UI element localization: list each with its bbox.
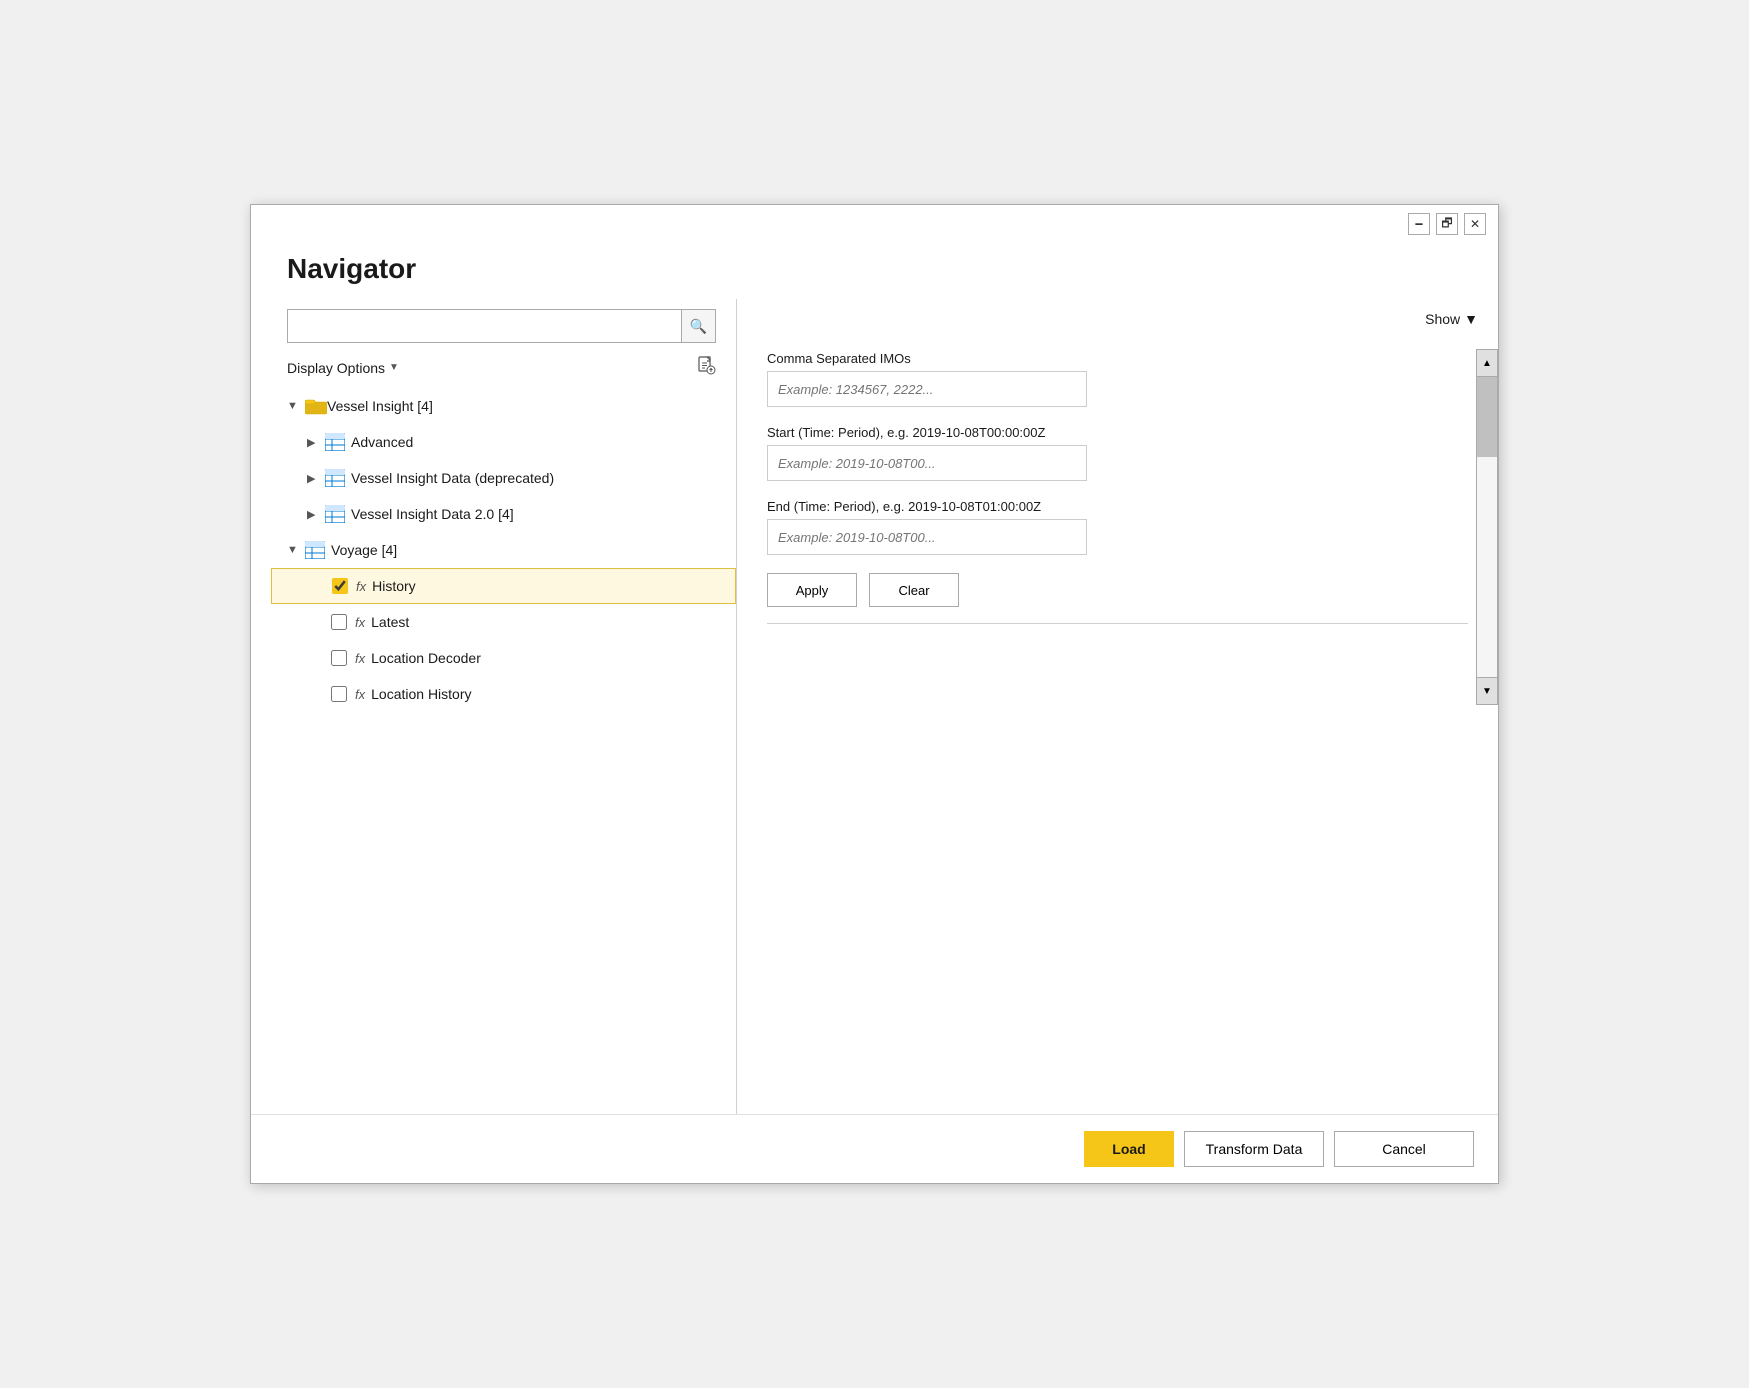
search-input[interactable]	[287, 309, 682, 343]
fx-icon: fx	[356, 579, 366, 594]
restore-button[interactable]: 🗗	[1436, 213, 1458, 235]
fx-icon: fx	[355, 615, 365, 630]
latest-checkbox[interactable]	[331, 614, 347, 630]
table-icon	[305, 541, 325, 559]
tree-item-vessel-insight-2-label: Vessel Insight Data 2.0 [4]	[351, 506, 514, 522]
scroll-track	[1476, 377, 1498, 677]
export-icon	[696, 359, 716, 379]
right-panel-content: Comma Separated IMOs Start (Time: Period…	[737, 335, 1498, 1114]
tree-item-location-decoder-label: Location Decoder	[371, 650, 481, 666]
start-input[interactable]	[767, 445, 1087, 481]
tree-item-latest-label: Latest	[371, 614, 409, 630]
show-button[interactable]: Show ▼	[1425, 311, 1478, 327]
display-options-label: Display Options	[287, 360, 385, 376]
tree-container: ▼ Vessel Insight [4] ▶	[251, 388, 736, 1114]
collapse-arrow-icon: ▼	[287, 400, 305, 412]
fx-icon: fx	[355, 651, 365, 666]
left-panel: 🔍 Display Options ▼	[251, 299, 737, 1114]
tree-item-advanced-label: Advanced	[351, 434, 413, 450]
imo-input[interactable]	[767, 371, 1087, 407]
imo-label: Comma Separated IMOs	[767, 351, 1468, 366]
footer: Load Transform Data Cancel	[251, 1114, 1498, 1183]
show-chevron-icon: ▼	[1464, 311, 1478, 327]
end-input[interactable]	[767, 519, 1087, 555]
minimize-button[interactable]: 🗕	[1408, 213, 1430, 235]
tree-item-vessel-insight-label: Vessel Insight [4]	[327, 398, 433, 414]
scroll-down-button[interactable]: ▼	[1476, 677, 1498, 705]
title-bar-controls: 🗕 🗗 ✕	[1408, 213, 1486, 235]
scroll-controls: ▲ ▼	[1476, 349, 1498, 705]
table-icon	[325, 433, 345, 451]
display-options-button[interactable]: Display Options ▼	[287, 360, 399, 376]
tree-item-location-history[interactable]: fx Location History	[271, 676, 736, 712]
fx-icon: fx	[355, 687, 365, 702]
navigator-window: 🗕 🗗 ✕ Navigator 🔍 Display Options ▼	[250, 204, 1499, 1184]
page-title: Navigator	[251, 243, 1498, 299]
title-bar: 🗕 🗗 ✕	[251, 205, 1498, 243]
scroll-thumb	[1477, 377, 1497, 457]
tree-item-location-history-label: Location History	[371, 686, 471, 702]
location-decoder-checkbox[interactable]	[331, 650, 347, 666]
search-icon: 🔍	[690, 318, 707, 335]
scroll-up-button[interactable]: ▲	[1476, 349, 1498, 377]
tree-item-history[interactable]: fx History	[271, 568, 736, 604]
start-form-group: Start (Time: Period), e.g. 2019-10-08T00…	[767, 425, 1468, 481]
display-options-row: Display Options ▼	[251, 351, 736, 388]
tree-item-vessel-insight-2[interactable]: ▶ Vessel Insight Data 2.0 [4]	[271, 496, 736, 532]
tree-item-latest[interactable]: fx Latest	[271, 604, 736, 640]
transform-data-button[interactable]: Transform Data	[1184, 1131, 1324, 1167]
tree-item-vessel-insight[interactable]: ▼ Vessel Insight [4]	[271, 388, 736, 424]
tree-item-vessel-insight-deprecated-label: Vessel Insight Data (deprecated)	[351, 470, 554, 486]
chevron-down-icon: ▼	[389, 362, 399, 373]
tree-item-voyage-label: Voyage [4]	[331, 542, 397, 558]
end-form-group: End (Time: Period), e.g. 2019-10-08T01:0…	[767, 499, 1468, 555]
apply-button[interactable]: Apply	[767, 573, 857, 607]
search-bar-row: 🔍	[251, 299, 736, 351]
tree-item-location-decoder[interactable]: fx Location Decoder	[271, 640, 736, 676]
expand-arrow-icon: ▶	[307, 436, 325, 449]
right-panel-header: Show ▼	[737, 299, 1498, 335]
export-button[interactable]	[696, 355, 716, 380]
tree-item-history-label: History	[372, 578, 416, 594]
imo-form-group: Comma Separated IMOs	[767, 351, 1468, 407]
table-icon	[325, 469, 345, 487]
clear-button[interactable]: Clear	[869, 573, 959, 607]
cancel-button[interactable]: Cancel	[1334, 1131, 1474, 1167]
search-button[interactable]: 🔍	[682, 309, 716, 343]
table-icon	[325, 505, 345, 523]
close-button[interactable]: ✕	[1464, 213, 1486, 235]
form-button-row: Apply Clear	[767, 573, 1468, 607]
right-panel: Show ▼ ▲ ▼ Comma Separated IMOs	[737, 299, 1498, 1114]
main-body: 🔍 Display Options ▼	[251, 299, 1498, 1114]
start-label: Start (Time: Period), e.g. 2019-10-08T00…	[767, 425, 1468, 440]
folder-icon	[305, 397, 327, 415]
tree-item-voyage[interactable]: ▼ Voyage [4]	[271, 532, 736, 568]
collapse-arrow-icon: ▼	[287, 544, 305, 556]
divider	[767, 623, 1468, 624]
history-checkbox[interactable]	[332, 578, 348, 594]
tree-item-advanced[interactable]: ▶ Advanced	[271, 424, 736, 460]
location-history-checkbox[interactable]	[331, 686, 347, 702]
end-label: End (Time: Period), e.g. 2019-10-08T01:0…	[767, 499, 1468, 514]
load-button[interactable]: Load	[1084, 1131, 1174, 1167]
show-label: Show	[1425, 311, 1460, 327]
tree-item-vessel-insight-deprecated[interactable]: ▶ Vessel Insight Data (deprecated)	[271, 460, 736, 496]
expand-arrow-icon: ▶	[307, 472, 325, 485]
expand-arrow-icon: ▶	[307, 508, 325, 521]
